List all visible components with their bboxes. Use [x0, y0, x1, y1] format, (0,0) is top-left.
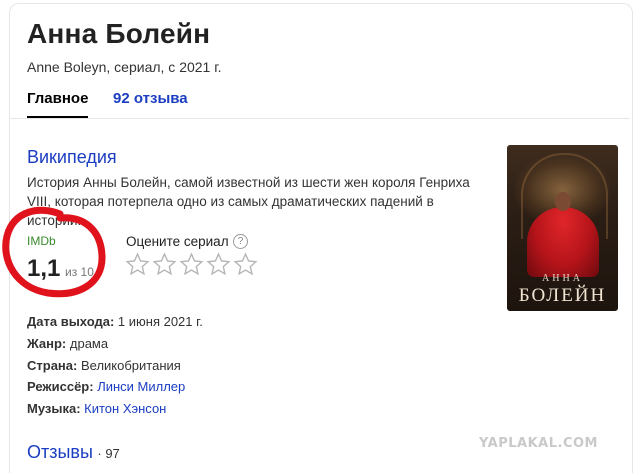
tab-main[interactable]: Главное — [27, 90, 89, 118]
director-link[interactable]: Линси Миллер — [97, 379, 185, 394]
description-text: История Анны Болейн, самой известной из … — [27, 175, 470, 228]
poster-figure — [527, 207, 599, 277]
poster-title-line2: БОЛЕЙН — [518, 285, 607, 306]
fact-label: Режиссёр: — [27, 379, 94, 395]
fact-value: Великобритания — [80, 357, 181, 373]
star-icon[interactable] — [152, 252, 177, 277]
question-circle-icon[interactable]: ? — [233, 234, 248, 249]
fact-label: Жанр: — [27, 335, 67, 351]
fact-country: Страна: Великобритания — [27, 355, 203, 377]
rate-serial-label: Оцените сериал — [126, 234, 229, 249]
poster-title-line1: АННА — [542, 273, 583, 284]
facts-list: Дата выхода: 1 июня 2021 г. Жанр: драма … — [27, 311, 203, 420]
fact-value: драма — [69, 335, 109, 351]
reviews-count: · 97 — [97, 446, 120, 461]
star-icon[interactable] — [233, 252, 258, 277]
star-icon[interactable] — [206, 252, 231, 277]
tabs-divider — [10, 118, 630, 119]
imdb-scale: из 10 — [65, 265, 94, 279]
fact-director: Режиссёр: Линси Миллер — [27, 376, 203, 398]
star-icon[interactable] — [125, 252, 150, 277]
composer-link[interactable]: Китон Хэнсон — [84, 401, 166, 416]
reviews-link[interactable]: Отзывы — [27, 442, 93, 462]
fact-label: Дата выхода: — [27, 314, 115, 329]
poster-image[interactable]: АННА БОЛЕЙН — [507, 145, 618, 311]
reviews-heading: Отзывы · 97 — [27, 442, 120, 463]
wikipedia-link[interactable]: Википедия — [27, 147, 117, 168]
poster-figure-head — [555, 192, 571, 211]
fact-value: 1 июня 2021 г. — [117, 314, 203, 329]
page-subtitle: Anne Boleyn, сериал, с 2021 г. — [27, 59, 222, 75]
fact-music: Музыка: Китон Хэнсон — [27, 398, 203, 420]
fact-label: Страна: — [27, 357, 78, 373]
fact-genre: Жанр: драма — [27, 333, 203, 355]
watermark: YAPLAKAL.COM — [479, 436, 598, 451]
fact-release-date: Дата выхода: 1 июня 2021 г. — [27, 311, 203, 333]
tab-reviews[interactable]: 92 отзыва — [113, 90, 188, 107]
fact-label: Музыка: — [27, 401, 81, 417]
star-icon[interactable] — [179, 252, 204, 277]
page-title: Анна Болейн — [27, 18, 211, 49]
imdb-label[interactable]: IMDb — [27, 234, 56, 248]
imdb-score: 1,1 — [27, 255, 61, 282]
